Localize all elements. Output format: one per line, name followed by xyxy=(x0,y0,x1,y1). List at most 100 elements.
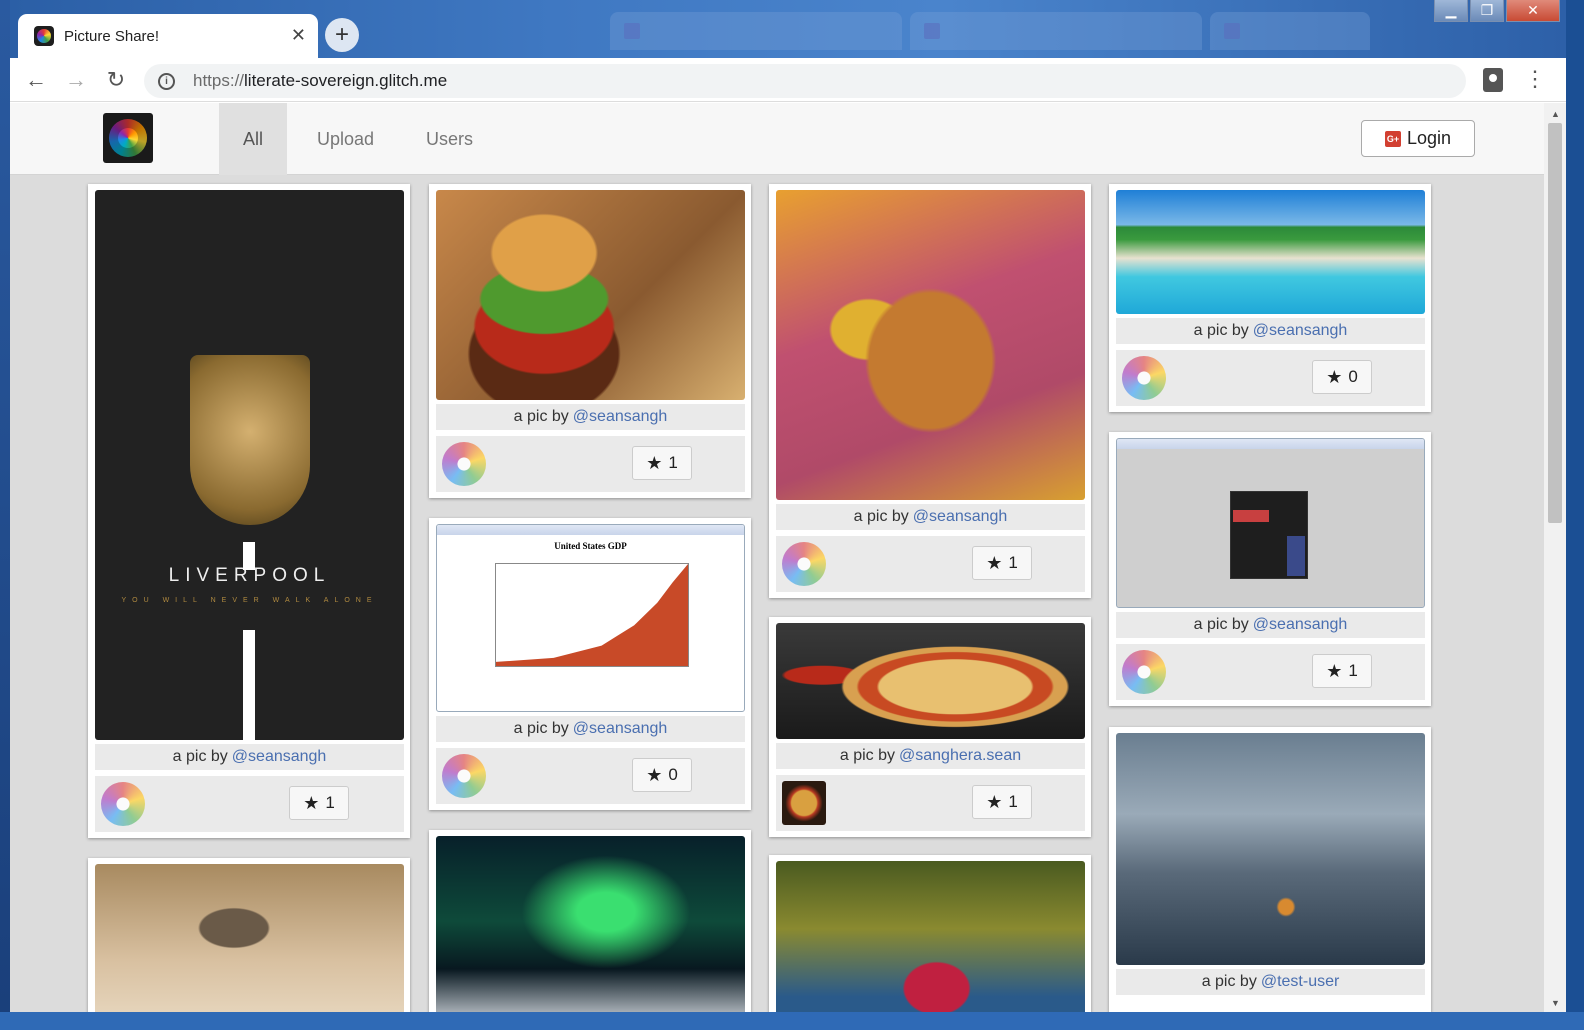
minimize-button[interactable]: ▁ xyxy=(1434,0,1468,22)
google-plus-icon: G+ xyxy=(1384,130,1401,147)
page-viewport: All Upload Users G+ Login LIVERPOOL YOU … xyxy=(10,103,1544,1012)
page-scrollbar[interactable]: ▲ ▼ xyxy=(1544,103,1566,1012)
pizza-avatar-icon[interactable] xyxy=(782,781,826,825)
desktop-background xyxy=(0,0,10,1030)
star-icon: ★ xyxy=(1326,366,1343,387)
aperture-avatar-icon[interactable] xyxy=(442,442,486,486)
picture-card: LIVERPOOL YOU WILL NEVER WALK ALONE a pi… xyxy=(88,184,410,838)
star-icon: ★ xyxy=(303,792,320,813)
aperture-avatar-icon[interactable] xyxy=(442,754,486,798)
author-link[interactable]: @seansangh xyxy=(913,508,1008,526)
star-button[interactable]: ★ 1 xyxy=(289,786,349,820)
scroll-down-arrow-icon[interactable]: ▼ xyxy=(1551,998,1560,1008)
background-tab[interactable] xyxy=(610,12,902,50)
scroll-up-arrow-icon[interactable]: ▲ xyxy=(1551,109,1560,119)
card-footer: ★ 0 xyxy=(1116,350,1425,406)
card-footer: ★ 1 xyxy=(1116,644,1425,700)
aperture-avatar-icon[interactable] xyxy=(1122,356,1166,400)
picture-image[interactable] xyxy=(1116,190,1425,314)
nav-users[interactable]: Users xyxy=(402,103,497,175)
star-count: 1 xyxy=(325,793,335,812)
picture-card: United States GDP a pic by @seansangh ★ … xyxy=(429,518,751,810)
star-button[interactable]: ★ 0 xyxy=(632,758,692,792)
star-button[interactable]: ★ 1 xyxy=(972,785,1032,819)
site-logo[interactable] xyxy=(103,113,153,163)
browser-window: Picture Share! ✕ + ▁ ❐ ✕ ← → ↻ i https:/… xyxy=(10,0,1566,1012)
close-window-button[interactable]: ✕ xyxy=(1506,0,1560,22)
star-count: 0 xyxy=(668,765,678,784)
card-footer: ★ 1 xyxy=(776,775,1085,831)
byline: a pic by @seansangh xyxy=(436,404,745,430)
picture-image[interactable] xyxy=(776,861,1085,1012)
site-info-icon[interactable]: i xyxy=(158,72,175,90)
picture-image[interactable] xyxy=(1116,438,1425,608)
taskbar xyxy=(0,1012,1584,1030)
new-tab-button[interactable]: + xyxy=(325,18,359,52)
picture-image[interactable] xyxy=(776,190,1085,500)
author-link[interactable]: @test-user xyxy=(1261,973,1339,991)
author-link[interactable]: @seansangh xyxy=(232,748,327,766)
profile-icon[interactable] xyxy=(1483,68,1503,92)
picture-card: a pic by @test-user xyxy=(1109,727,1431,1012)
picture-card xyxy=(769,855,1091,1012)
author-link[interactable]: @seansangh xyxy=(1253,616,1348,634)
aperture-avatar-icon[interactable] xyxy=(782,542,826,586)
image-caption-motto: YOU WILL NEVER WALK ALONE xyxy=(121,597,378,604)
liverpool-crest-icon xyxy=(189,355,310,525)
calculator-icon xyxy=(1230,491,1308,579)
login-button[interactable]: G+ Login xyxy=(1361,120,1475,157)
picture-card xyxy=(429,830,751,1012)
card-footer: ★ 1 xyxy=(436,436,745,492)
star-button[interactable]: ★ 1 xyxy=(972,546,1032,580)
back-button[interactable]: ← xyxy=(22,66,50,94)
star-button[interactable]: ★ 1 xyxy=(632,446,692,480)
aperture-avatar-icon[interactable] xyxy=(1122,650,1166,694)
star-count: 0 xyxy=(1348,367,1358,386)
star-icon: ★ xyxy=(646,764,663,785)
reload-button[interactable]: ↻ xyxy=(102,66,130,94)
picture-image[interactable]: United States GDP xyxy=(436,524,745,712)
picture-image[interactable] xyxy=(436,190,745,400)
author-link[interactable]: @sanghera.sean xyxy=(899,747,1021,765)
author-link[interactable]: @seansangh xyxy=(573,720,668,738)
byline: a pic by @seansangh xyxy=(776,504,1085,530)
byline: a pic by @test-user xyxy=(1116,969,1425,995)
picture-image[interactable]: LIVERPOOL YOU WILL NEVER WALK ALONE xyxy=(95,190,404,740)
star-button[interactable]: ★ 0 xyxy=(1312,360,1372,394)
background-tab[interactable] xyxy=(1210,12,1370,50)
window-controls: ▁ ❐ ✕ xyxy=(1432,0,1560,22)
author-link[interactable]: @seansangh xyxy=(1253,322,1348,340)
star-icon: ★ xyxy=(1326,660,1343,681)
picture-image[interactable] xyxy=(776,623,1085,739)
byline: a pic by @sanghera.sean xyxy=(776,743,1085,769)
gdp-chart-title: United States GDP xyxy=(554,541,627,551)
maximize-button[interactable]: ❐ xyxy=(1470,0,1504,22)
active-tab[interactable]: Picture Share! ✕ xyxy=(18,14,318,58)
tab-strip: Picture Share! ✕ + ▁ ❐ ✕ xyxy=(10,0,1566,58)
nav-upload[interactable]: Upload xyxy=(293,103,398,175)
picture-image[interactable] xyxy=(95,864,404,1012)
forward-button[interactable]: → xyxy=(62,66,90,94)
star-icon: ★ xyxy=(646,452,663,473)
nav-all[interactable]: All xyxy=(219,103,288,175)
star-count: 1 xyxy=(1008,553,1018,572)
picture-image[interactable] xyxy=(436,836,745,1012)
picture-image[interactable] xyxy=(1116,733,1425,965)
tab-close-icon[interactable]: ✕ xyxy=(291,25,306,46)
url-text[interactable]: https://literate-sovereign.glitch.me xyxy=(193,71,447,91)
picture-card xyxy=(88,858,410,1012)
star-button[interactable]: ★ 1 xyxy=(1312,654,1372,688)
star-count: 1 xyxy=(668,453,678,472)
star-count: 1 xyxy=(1008,792,1018,811)
scroll-thumb[interactable] xyxy=(1548,123,1562,523)
card-footer: ★ 0 xyxy=(436,748,745,804)
address-bar[interactable]: i https://literate-sovereign.glitch.me xyxy=(144,64,1466,98)
favicon-icon xyxy=(34,26,54,46)
star-icon: ★ xyxy=(986,552,1003,573)
card-footer: ★ 1 xyxy=(776,536,1085,592)
background-tab[interactable] xyxy=(910,12,1202,50)
browser-menu-icon[interactable]: ⋮ xyxy=(1524,66,1546,92)
star-count: 1 xyxy=(1348,661,1358,680)
author-link[interactable]: @seansangh xyxy=(573,408,668,426)
aperture-avatar-icon[interactable] xyxy=(101,782,145,826)
